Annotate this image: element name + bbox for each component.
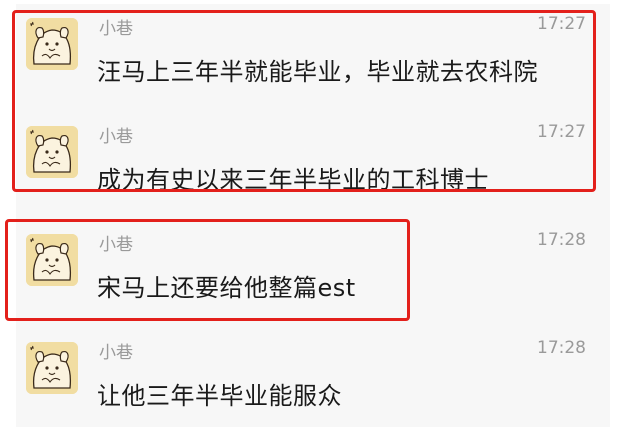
sender-name: 小巷	[99, 127, 133, 147]
chat-message[interactable]: 小巷 17:28 让他三年半毕业能服众	[0, 328, 640, 427]
message-text: 成为有史以来三年半毕业的工科博士	[97, 166, 489, 194]
cartoon-dog-avatar-icon[interactable]	[26, 342, 78, 394]
message-text: 宋马上还要给他整篇est	[97, 274, 356, 302]
message-text: 汪马上三年半就能毕业，毕业就去农科院	[97, 58, 538, 86]
cartoon-dog-avatar-icon[interactable]	[26, 234, 78, 286]
cartoon-dog-avatar-icon[interactable]	[26, 18, 78, 70]
chat-screenshot: 小巷 17:27 汪马上三年半就能毕业，毕业就去农科院 小巷 17:27 成为有…	[0, 0, 640, 427]
message-time: 17:28	[537, 338, 586, 358]
sender-name: 小巷	[99, 343, 133, 363]
message-time: 17:27	[537, 14, 586, 34]
sender-name: 小巷	[99, 235, 133, 255]
message-time: 17:27	[537, 122, 586, 142]
cartoon-dog-avatar-icon[interactable]	[26, 126, 78, 178]
sender-name: 小巷	[99, 19, 133, 39]
message-text: 让他三年半毕业能服众	[97, 382, 342, 410]
chat-message[interactable]: 小巷 17:28 宋马上还要给他整篇est	[0, 220, 640, 328]
chat-message[interactable]: 小巷 17:27 成为有史以来三年半毕业的工科博士	[0, 112, 640, 220]
message-time: 17:28	[537, 230, 586, 250]
chat-message[interactable]: 小巷 17:27 汪马上三年半就能毕业，毕业就去农科院	[0, 4, 640, 112]
